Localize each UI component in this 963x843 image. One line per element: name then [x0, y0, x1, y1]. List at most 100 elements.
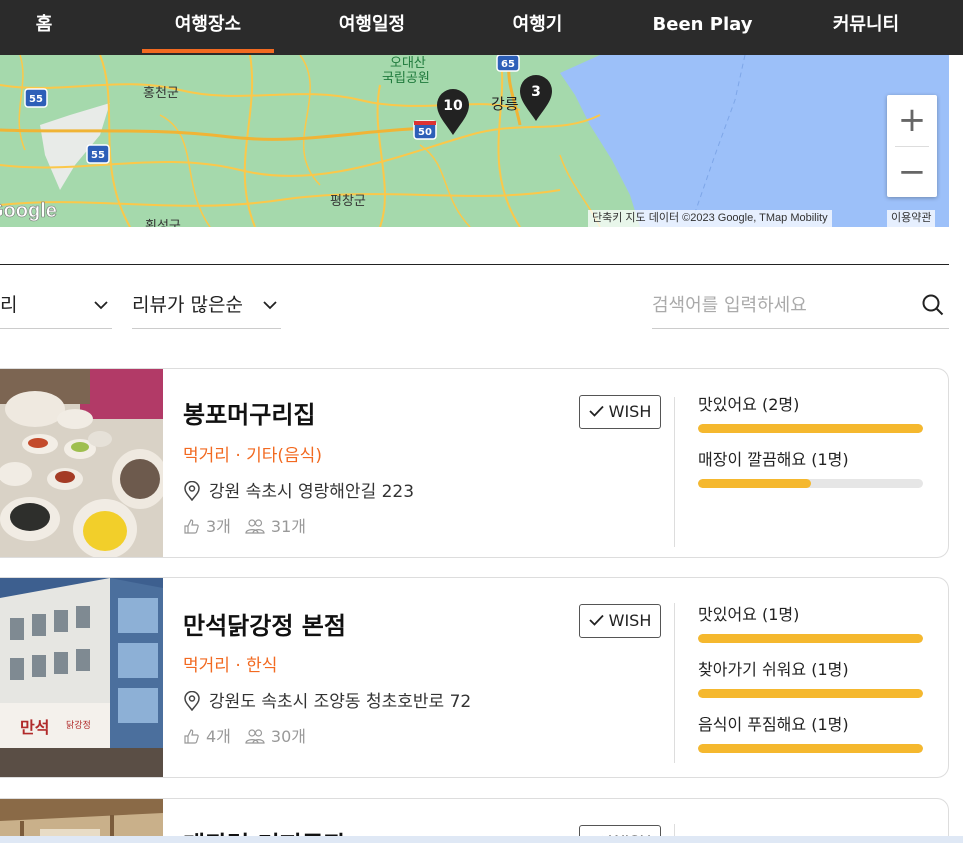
- thumbs-up-icon: [184, 519, 199, 534]
- location-pin-icon: [184, 481, 200, 501]
- sort-filter-dropdown[interactable]: 리뷰가 많은순: [132, 285, 281, 329]
- place-address-text: 강원도 속초시 조양동 청초호반로 72: [209, 692, 472, 712]
- search-input[interactable]: [652, 285, 912, 325]
- map-terms-link[interactable]: 이용약관: [887, 210, 936, 227]
- likes-count: 3개: [206, 517, 231, 536]
- route-50-shield: 50: [413, 120, 437, 140]
- section-divider: [0, 264, 949, 265]
- wish-button[interactable]: WISH: [579, 604, 661, 638]
- review-keyword-label: 매장이 깔끔해요 (1명): [698, 450, 849, 469]
- review-keyword: 음식이 푸짐해요 (1명): [698, 711, 924, 766]
- svg-text:3: 3: [531, 84, 541, 100]
- route-55-shield-b: 55: [86, 144, 110, 164]
- review-keywords: 맛있어요 (2명) 매장이 깔끔해요 (1명): [698, 391, 924, 501]
- region-filter-label: 리: [0, 294, 18, 316]
- place-address: 강원 속초시 영랑해안길 223: [183, 477, 414, 502]
- place-thumbnail[interactable]: [0, 369, 163, 557]
- visitors-count: 31개: [270, 517, 306, 536]
- svg-text:50: 50: [418, 127, 432, 138]
- card-divider: [674, 603, 675, 763]
- route-55-shield-a: 55: [24, 88, 48, 108]
- bottom-bar: [0, 836, 963, 843]
- place-name[interactable]: 만석닭강정 본점: [183, 606, 346, 641]
- review-keyword-label: 음식이 푸짐해요 (1명): [698, 715, 849, 734]
- place-card[interactable]: 봉포머구리집 먹거리 · 기타(음식) 강원 속초시 영랑해안길 223 3개 …: [0, 368, 949, 558]
- sort-filter-label: 리뷰가 많은순: [132, 294, 243, 316]
- place-category: 먹거리 · 한식: [183, 656, 278, 676]
- wish-label: WISH: [608, 611, 652, 630]
- search-box: [652, 285, 949, 329]
- review-keyword: 맛있어요 (2명): [698, 391, 924, 446]
- place-stats: 4개 30개: [183, 723, 306, 747]
- place-name[interactable]: 봉포머구리집: [183, 395, 315, 430]
- place-address-text: 강원 속초시 영랑해안길 223: [209, 482, 415, 502]
- nav-item-community[interactable]: 커뮤니티: [812, 0, 920, 55]
- card-divider: [674, 397, 675, 547]
- google-logo: Google: [0, 200, 57, 222]
- map-attribution[interactable]: 단축키 지도 데이터 ©2023 Google, TMap Mobility: [588, 210, 832, 227]
- location-pin-icon: [184, 691, 200, 711]
- map-canvas: 55 55 50 65 홍천군 오대산 국립공원 강릉 평창군 횡성군 Goog…: [0, 55, 949, 227]
- wish-label: WISH: [608, 402, 652, 421]
- review-bar-fill: [698, 634, 923, 643]
- route-65-shield: 65: [496, 55, 520, 72]
- review-keywords: 맛있어요 (1명) 찾아가기 쉬워요 (1명) 음식이 푸짐해요 (1명): [698, 601, 924, 766]
- people-icon: [245, 519, 265, 534]
- review-bar-fill: [698, 479, 811, 488]
- zoom-out-button[interactable]: −: [887, 147, 937, 197]
- review-keyword-label: 맛있어요 (1명): [698, 605, 800, 624]
- review-keyword: 매장이 깔끔해요 (1명): [698, 446, 924, 501]
- nav-item-places[interactable]: 여행장소: [142, 0, 274, 55]
- place-thumbnail[interactable]: 만석 닭강정: [0, 578, 163, 777]
- svg-text:닭강정: 닭강정: [66, 719, 91, 731]
- place-card[interactable]: 만석 닭강정 만석닭강정 본점 먹거리 · 한식 강원도 속초시 조양동 청초호…: [0, 577, 949, 778]
- visitors-count: 30개: [270, 727, 306, 746]
- review-keyword-label: 찾아가기 쉬워요 (1명): [698, 660, 849, 679]
- review-keyword: 맛있어요 (1명): [698, 601, 924, 656]
- wish-button[interactable]: WISH: [579, 395, 661, 429]
- place-address: 강원도 속초시 조양동 청초호반로 72: [183, 687, 471, 712]
- review-bar: [698, 634, 923, 643]
- review-bar-fill: [698, 744, 923, 753]
- review-keyword-label: 맛있어요 (2명): [698, 395, 800, 414]
- map-view[interactable]: 55 55 50 65 홍천군 오대산 국립공원 강릉 평창군 횡성군 Goog…: [0, 55, 949, 227]
- map-label-hongcheon: 홍천군: [143, 86, 179, 101]
- svg-text:55: 55: [29, 94, 43, 105]
- review-bar: [698, 479, 923, 488]
- svg-text:55: 55: [91, 150, 105, 161]
- map-label-hoengseong: 횡성군: [145, 219, 181, 227]
- map-zoom-control: + −: [887, 95, 937, 197]
- svg-text:만석: 만석: [20, 718, 49, 737]
- place-stats: 3개 31개: [183, 513, 306, 537]
- chevron-down-icon: [263, 301, 277, 310]
- review-bar: [698, 689, 923, 698]
- place-category: 먹거리 · 기타(음식): [183, 446, 322, 466]
- people-icon: [245, 729, 265, 744]
- search-icon[interactable]: [922, 294, 944, 316]
- map-label-pyeongchang: 평창군: [330, 194, 366, 209]
- nav-item-been-play[interactable]: Been Play: [640, 0, 765, 55]
- check-icon: [588, 614, 604, 626]
- svg-text:65: 65: [501, 59, 515, 70]
- check-icon: [588, 405, 604, 417]
- map-label-national-park: 국립공원: [382, 71, 430, 86]
- food-photo-image: [0, 369, 163, 557]
- thumbs-up-icon: [184, 729, 199, 744]
- zoom-in-button[interactable]: +: [887, 95, 937, 145]
- nav-item-schedule[interactable]: 여행일정: [312, 0, 432, 55]
- region-filter-dropdown[interactable]: 리: [0, 285, 112, 329]
- review-bar: [698, 424, 923, 433]
- review-bar: [698, 744, 923, 753]
- top-navigation: 홈 여행장소 여행일정 여행기 Been Play 커뮤니티: [0, 0, 963, 55]
- building-photo-image: 만석 닭강정: [0, 578, 163, 777]
- review-bar-fill: [698, 424, 923, 433]
- map-label-gangneung: 강릉: [491, 95, 519, 113]
- review-keyword: 찾아가기 쉬워요 (1명): [698, 656, 924, 711]
- nav-item-travelogue[interactable]: 여행기: [480, 0, 595, 55]
- nav-item-home[interactable]: 홈: [14, 0, 74, 55]
- chevron-down-icon: [94, 301, 108, 310]
- likes-count: 4개: [206, 727, 231, 746]
- review-bar-fill: [698, 689, 923, 698]
- svg-text:10: 10: [443, 98, 463, 114]
- map-label-odaesan: 오대산: [390, 56, 426, 71]
